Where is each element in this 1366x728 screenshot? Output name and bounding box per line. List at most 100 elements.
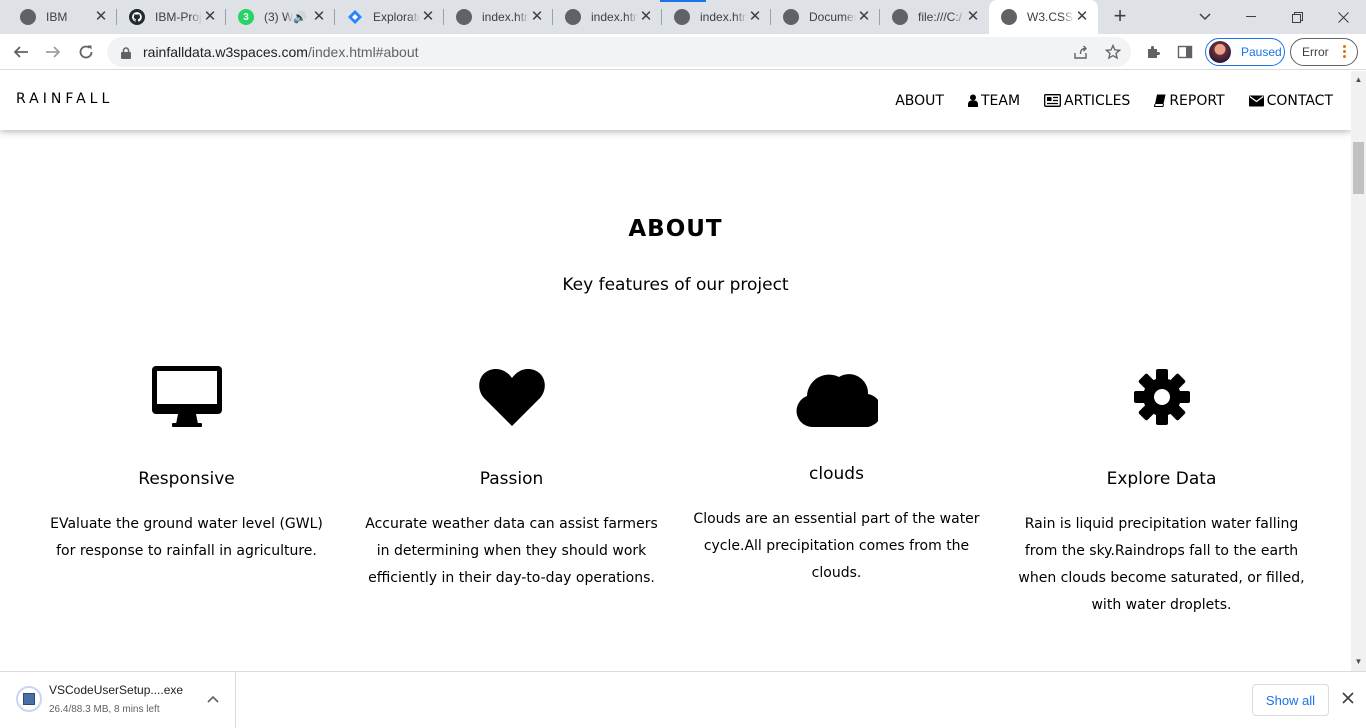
nav-contact-link[interactable]: CONTACT bbox=[1241, 71, 1341, 130]
nav-label: ARTICLES bbox=[1064, 92, 1131, 109]
download-shelf: VSCodeUserSetup....exe 26.4/88.3 MB, 8 m… bbox=[0, 671, 1366, 728]
url-text: rainfalldata.w3spaces.com/index.html#abo… bbox=[143, 44, 419, 60]
browser-toolbar: rainfalldata.w3spaces.com/index.html#abo… bbox=[0, 34, 1366, 70]
nav-label: CONTACT bbox=[1266, 92, 1333, 109]
nav-articles-link[interactable]: ARTICLES bbox=[1036, 71, 1138, 130]
avatar bbox=[1209, 41, 1231, 63]
profile-button[interactable]: Paused bbox=[1205, 38, 1285, 66]
feature-title: Passion bbox=[479, 469, 544, 489]
tab-github[interactable]: IBM-Project ✕ bbox=[117, 0, 226, 34]
close-icon[interactable]: ✕ bbox=[420, 9, 436, 25]
feature-card-clouds: clouds Clouds are an essential part of t… bbox=[674, 365, 999, 587]
tab-title: file:///C:/ bbox=[918, 10, 963, 24]
close-icon[interactable]: ✕ bbox=[965, 9, 981, 25]
new-tab-button[interactable]: + bbox=[1107, 4, 1133, 30]
tab-search-button[interactable] bbox=[1182, 0, 1228, 34]
about-subheading: Key features of our project bbox=[562, 275, 789, 295]
extensions-icon[interactable] bbox=[1145, 44, 1161, 60]
forward-button[interactable] bbox=[39, 38, 67, 66]
share-icon[interactable] bbox=[1073, 44, 1089, 60]
envelope-icon bbox=[1248, 95, 1264, 106]
close-window-button[interactable] bbox=[1320, 0, 1366, 34]
cloud-icon bbox=[674, 365, 999, 429]
tab-strip: IBM ✕ IBM-Project ✕ 3 (3) WhatsApp 🔊 ✕ E… bbox=[0, 0, 1366, 34]
about-heading: ABOUT bbox=[628, 216, 723, 242]
speaker-icon[interactable]: 🔊 bbox=[293, 11, 307, 24]
brand-logo-link[interactable]: RAINFALL bbox=[16, 91, 113, 107]
tab-title: IBM bbox=[46, 10, 68, 24]
desktop-icon bbox=[24, 365, 349, 429]
nav-label: TEAM bbox=[980, 92, 1021, 109]
close-icon[interactable]: ✕ bbox=[311, 9, 327, 25]
feature-card-passion: Passion Accurate weather data can assist… bbox=[349, 365, 674, 592]
tab-title: Document bbox=[809, 10, 856, 24]
kebab-menu-icon bbox=[1343, 45, 1347, 58]
url-host: rainfalldata.w3spaces.com bbox=[143, 44, 308, 60]
globe-icon bbox=[20, 9, 36, 25]
tab-index-2[interactable]: index.html ✕ bbox=[553, 0, 662, 34]
tab-whatsapp[interactable]: 3 (3) WhatsApp 🔊 ✕ bbox=[226, 0, 335, 34]
back-button[interactable] bbox=[7, 38, 35, 66]
close-shelf-icon[interactable] bbox=[1338, 690, 1358, 710]
tab-ibm[interactable]: IBM ✕ bbox=[8, 0, 117, 34]
scrollbar-thumb[interactable] bbox=[1353, 142, 1364, 194]
feature-description: Clouds are an essential part of the wate… bbox=[693, 511, 980, 581]
tab-document[interactable]: Document ✕ bbox=[771, 0, 880, 34]
tab-file[interactable]: file:///C:/ ✕ bbox=[880, 0, 989, 34]
lock-icon[interactable] bbox=[121, 46, 131, 59]
feature-description: Accurate weather data can assist farmers… bbox=[365, 516, 658, 586]
gear-icon bbox=[999, 365, 1324, 429]
feature-title: Explore Data bbox=[1106, 469, 1217, 489]
feature-card-responsive: Responsive EValuate the ground water lev… bbox=[24, 365, 349, 565]
download-file-name: VSCodeUserSetup....exe bbox=[49, 683, 184, 697]
download-item[interactable]: VSCodeUserSetup....exe 26.4/88.3 MB, 8 m… bbox=[0, 672, 236, 728]
address-bar[interactable]: rainfalldata.w3spaces.com/index.html#abo… bbox=[107, 37, 1131, 67]
tab-title: index.html bbox=[700, 10, 747, 24]
globe-icon bbox=[892, 9, 908, 25]
chevron-up-icon[interactable] bbox=[204, 690, 222, 708]
globe-icon bbox=[674, 9, 690, 25]
nav-team-link[interactable]: TEAM bbox=[960, 71, 1028, 130]
url-path: /index.html#about bbox=[307, 44, 419, 60]
tab-index-1[interactable]: index.html ✕ bbox=[444, 0, 553, 34]
nav-report-link[interactable]: REPORT bbox=[1146, 71, 1232, 130]
tab-w3css[interactable]: W3.CSS ✕ bbox=[989, 0, 1098, 34]
show-all-downloads-button[interactable]: Show all bbox=[1252, 684, 1329, 716]
feature-title: Responsive bbox=[138, 469, 235, 489]
tab-title: index.html bbox=[591, 10, 638, 24]
error-label: Error bbox=[1302, 45, 1329, 59]
tab-exploratory[interactable]: Exploratory ✕ bbox=[335, 0, 444, 34]
installer-file-icon bbox=[16, 686, 42, 712]
close-icon[interactable]: ✕ bbox=[202, 9, 218, 25]
restore-button[interactable] bbox=[1274, 0, 1320, 34]
close-icon[interactable]: ✕ bbox=[638, 9, 654, 25]
scroll-down-arrow-icon[interactable]: ▼ bbox=[1354, 657, 1363, 666]
tab-title: (3) WhatsApp bbox=[264, 10, 294, 24]
feature-description: Rain is liquid precipitation water falli… bbox=[1018, 516, 1305, 613]
nav-label: REPORT bbox=[1169, 92, 1225, 109]
close-icon[interactable]: ✕ bbox=[93, 9, 109, 25]
nav-label: ABOUT bbox=[895, 92, 944, 109]
heart-icon bbox=[349, 365, 674, 429]
nav-about-link[interactable]: ABOUT bbox=[887, 71, 952, 130]
reload-button[interactable] bbox=[72, 38, 100, 66]
whatsapp-icon: 3 bbox=[238, 9, 254, 25]
close-icon[interactable]: ✕ bbox=[747, 9, 763, 25]
tab-index-3[interactable]: index.html ✕ bbox=[662, 0, 771, 34]
close-icon[interactable]: ✕ bbox=[856, 9, 872, 25]
site-nav-menu: ABOUT TEAM ARTICLES REPORT CONTACT bbox=[879, 71, 1341, 130]
feature-card-explore-data: Explore Data Rain is liquid precipitatio… bbox=[999, 365, 1324, 619]
minimize-button[interactable] bbox=[1228, 0, 1274, 34]
close-icon[interactable]: ✕ bbox=[1074, 9, 1090, 25]
page-scrollbar[interactable]: ▲ ▼ bbox=[1351, 71, 1366, 671]
scroll-up-arrow-icon[interactable]: ▲ bbox=[1354, 75, 1363, 84]
newspaper-icon bbox=[1044, 94, 1061, 107]
profile-status-label: Paused bbox=[1241, 45, 1282, 59]
bookmark-star-icon[interactable] bbox=[1104, 43, 1122, 60]
diamond-icon bbox=[347, 9, 363, 25]
chrome-menu-error-button[interactable]: Error bbox=[1290, 38, 1358, 66]
user-icon bbox=[967, 94, 978, 107]
close-icon[interactable]: ✕ bbox=[529, 9, 545, 25]
feature-title: clouds bbox=[809, 464, 864, 484]
side-panel-icon[interactable] bbox=[1177, 44, 1193, 60]
